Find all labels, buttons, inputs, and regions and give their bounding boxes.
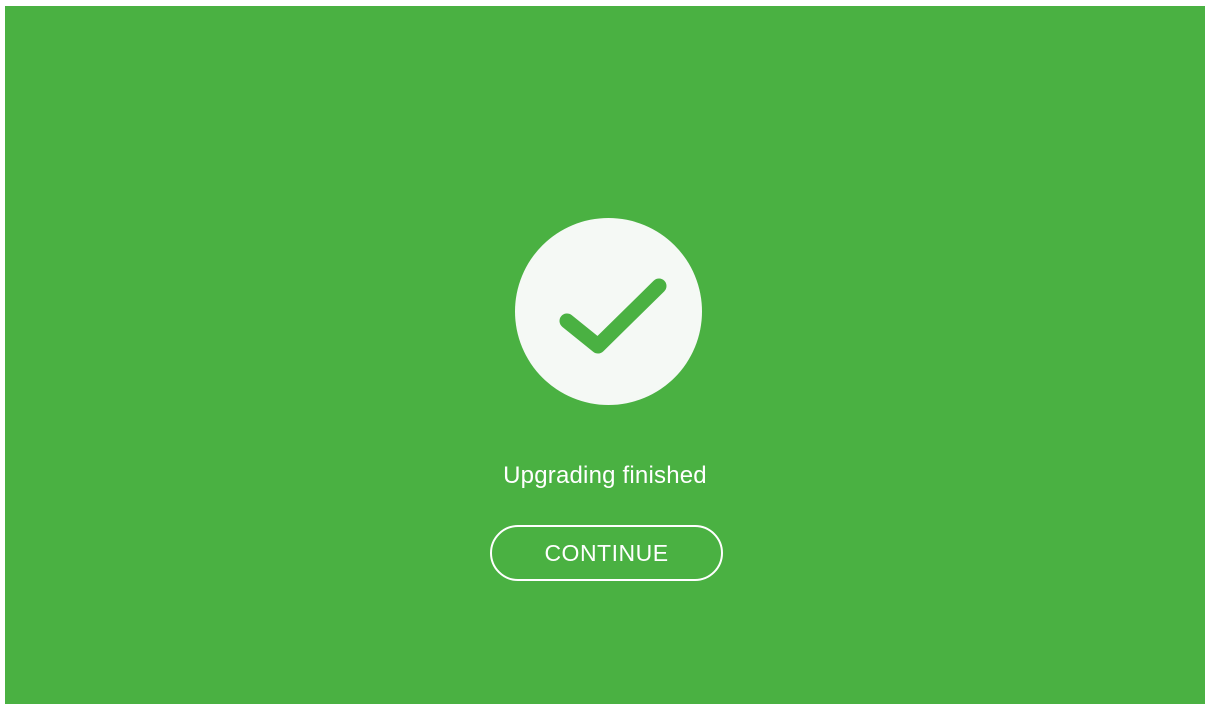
continue-button[interactable]: CONTINUE [490,525,723,581]
checkmark-icon [559,278,667,354]
upgrade-complete-screen: Upgrading finished CONTINUE [5,6,1205,704]
success-badge [515,218,702,405]
status-message: Upgrading finished [503,462,707,489]
